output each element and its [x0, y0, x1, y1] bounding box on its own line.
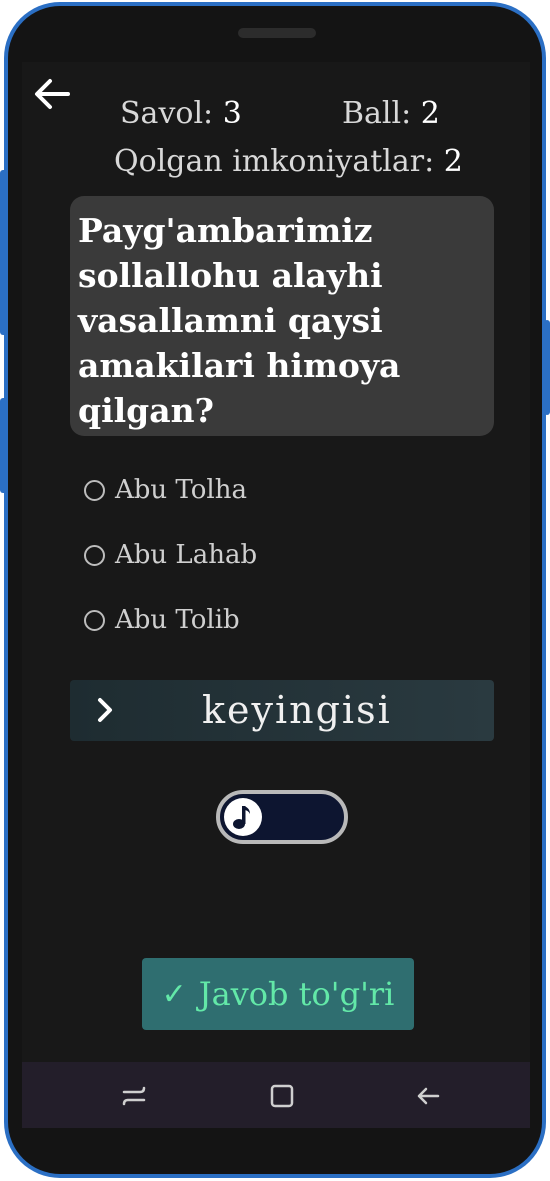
home-icon[interactable]	[268, 1082, 296, 1110]
answer-result-label: Javob to'g'ri	[198, 975, 395, 1013]
radio-button[interactable]	[84, 479, 105, 501]
system-nav-bar	[22, 1062, 530, 1128]
question-card: Payg'ambarimiz sollallohu alayhi vasalla…	[70, 196, 494, 436]
answer-option-label: Abu Tolha	[115, 475, 247, 505]
power-button	[544, 320, 550, 415]
score: Ball: 2	[342, 96, 440, 131]
question-counter: Savol: 3	[120, 96, 242, 131]
next-button-label: keyingisi	[202, 688, 392, 732]
back-icon[interactable]	[414, 1082, 442, 1110]
answer-option-label: Abu Tolib	[115, 605, 240, 635]
check-icon: ✓	[161, 976, 187, 1012]
radio-button[interactable]	[84, 609, 105, 631]
answer-correct-badge: ✓ Javob to'g'ri	[142, 958, 414, 1030]
recent-apps-icon[interactable]	[120, 1082, 148, 1110]
volume-button	[0, 170, 8, 335]
answer-option[interactable]: Abu Lahab	[84, 535, 257, 575]
question-counter-label: Savol:	[120, 96, 214, 131]
next-button[interactable]: keyingisi	[70, 680, 494, 741]
chevron-right-icon	[92, 694, 118, 726]
question-counter-value: 3	[222, 96, 242, 131]
radio-button[interactable]	[84, 544, 105, 566]
attempts-value: 2	[443, 144, 463, 179]
music-note-icon	[224, 798, 262, 836]
side-button	[0, 398, 8, 493]
score-value: 2	[420, 96, 440, 131]
speaker-grille	[238, 28, 316, 38]
score-label: Ball:	[342, 96, 412, 131]
answer-option[interactable]: Abu Tolha	[84, 470, 247, 510]
attempts-remaining: Qolgan imkoniyatlar: 2	[114, 144, 463, 179]
back-arrow-icon[interactable]	[32, 74, 72, 114]
answer-option[interactable]: Abu Tolib	[84, 600, 240, 640]
answer-option-label: Abu Lahab	[115, 540, 258, 570]
question-text: Payg'ambarimiz sollallohu alayhi vasalla…	[78, 211, 401, 430]
music-toggle[interactable]	[216, 790, 348, 844]
attempts-label: Qolgan imkoniyatlar:	[114, 144, 435, 179]
